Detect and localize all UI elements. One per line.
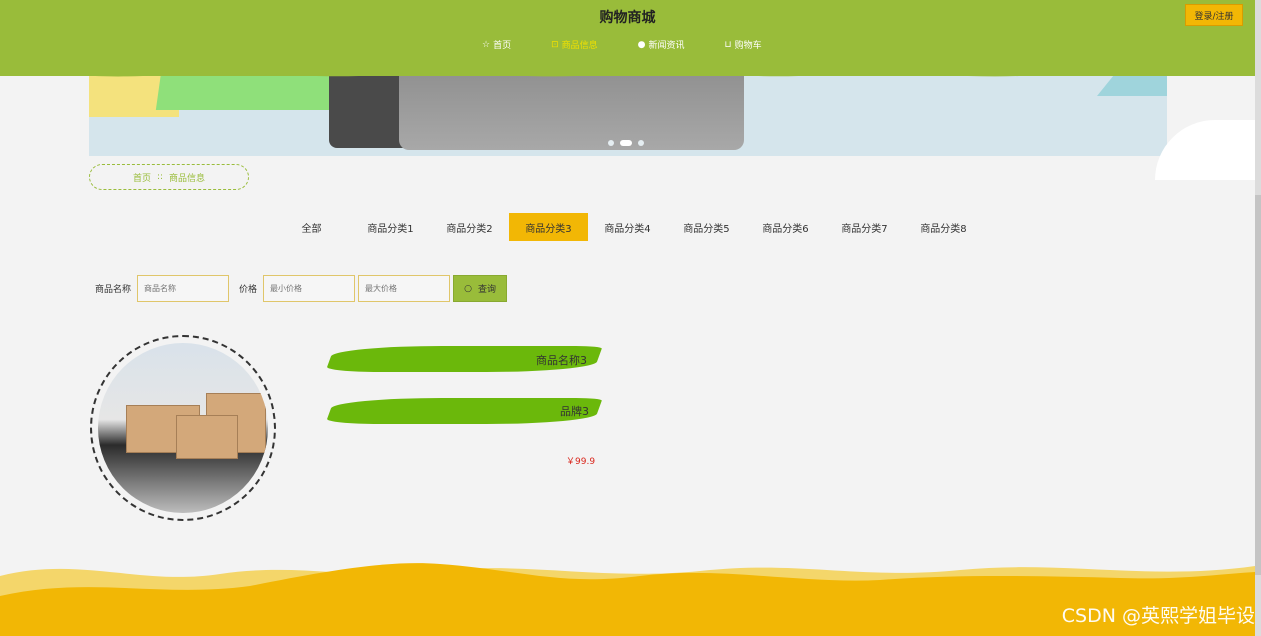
nav-label: 首页: [493, 41, 512, 51]
search-icon: ○: [464, 283, 472, 294]
search-button-label: 查询: [477, 285, 496, 295]
carousel-dot[interactable]: [638, 140, 644, 146]
scrollbar[interactable]: [1255, 0, 1261, 636]
nav-item-cart[interactable]: ⊔ 购物车: [724, 38, 762, 52]
price-label: 价格: [239, 285, 258, 295]
site-header: 购物商城 ☆ 首页 ⊡ 商品信息 ● 新闻资讯 ⊔ 购物车 登录/注册: [0, 0, 1255, 76]
tab-category-1[interactable]: 商品分类1: [351, 213, 430, 241]
tab-category-4[interactable]: 商品分类4: [588, 213, 667, 241]
info-icon: ●: [637, 39, 646, 50]
search-button[interactable]: ○ 查询: [453, 275, 508, 302]
header-wave-decoration: [0, 66, 1255, 77]
box-shape: [176, 415, 238, 459]
breadcrumb-separator: ::: [156, 172, 164, 182]
site-title: 购物商城: [599, 10, 656, 26]
min-price-input[interactable]: [263, 275, 356, 302]
nav-item-home[interactable]: ☆ 首页: [482, 38, 512, 52]
bag-icon: ⊡: [551, 39, 559, 50]
tab-category-3[interactable]: 商品分类3: [509, 213, 588, 241]
nav-label: 购物车: [734, 41, 762, 51]
product-name[interactable]: 商品名称3: [536, 352, 587, 368]
tab-category-2[interactable]: 商品分类2: [430, 213, 509, 241]
product-name-input[interactable]: [137, 275, 230, 302]
product-photo: [98, 343, 268, 513]
carousel-dot-active[interactable]: [620, 140, 632, 146]
product-price: ￥99.9: [566, 457, 596, 467]
side-decoration: [1155, 120, 1255, 180]
search-bar: 商品名称 价格 ○ 查询: [95, 275, 508, 302]
nav-item-products[interactable]: ⊡ 商品信息: [551, 38, 598, 52]
category-tabs: 全部 商品分类1 商品分类2 商品分类3 商品分类4 商品分类5 商品分类6 商…: [272, 213, 983, 241]
breadcrumb-home[interactable]: 首页: [133, 171, 151, 184]
product-brand: 品牌3: [560, 405, 589, 418]
product-image[interactable]: [90, 335, 276, 521]
scrollbar-thumb[interactable]: [1255, 195, 1261, 575]
nav-item-news[interactable]: ● 新闻资讯: [637, 38, 685, 52]
nav-label: 新闻资讯: [648, 41, 685, 51]
main-nav: ☆ 首页 ⊡ 商品信息 ● 新闻资讯 ⊔ 购物车: [482, 38, 802, 52]
star-icon: ☆: [482, 39, 491, 50]
product-name-label: 商品名称: [95, 285, 132, 295]
nav-label: 商品信息: [561, 41, 598, 51]
max-price-input[interactable]: [358, 275, 451, 302]
tab-category-7[interactable]: 商品分类7: [825, 213, 904, 241]
tab-category-6[interactable]: 商品分类6: [746, 213, 825, 241]
breadcrumb: 首页 :: 商品信息: [89, 164, 249, 190]
tab-category-5[interactable]: 商品分类5: [667, 213, 746, 241]
breadcrumb-current: 商品信息: [169, 173, 206, 184]
cart-icon: ⊔: [724, 39, 732, 50]
tab-category-8[interactable]: 商品分类8: [904, 213, 983, 241]
tab-all[interactable]: 全部: [272, 213, 351, 241]
watermark: CSDN @英熙学姐毕设: [1061, 605, 1255, 627]
carousel-dots: [608, 140, 644, 146]
carousel-dot[interactable]: [608, 140, 614, 146]
login-register-button[interactable]: 登录/注册: [1185, 4, 1243, 26]
